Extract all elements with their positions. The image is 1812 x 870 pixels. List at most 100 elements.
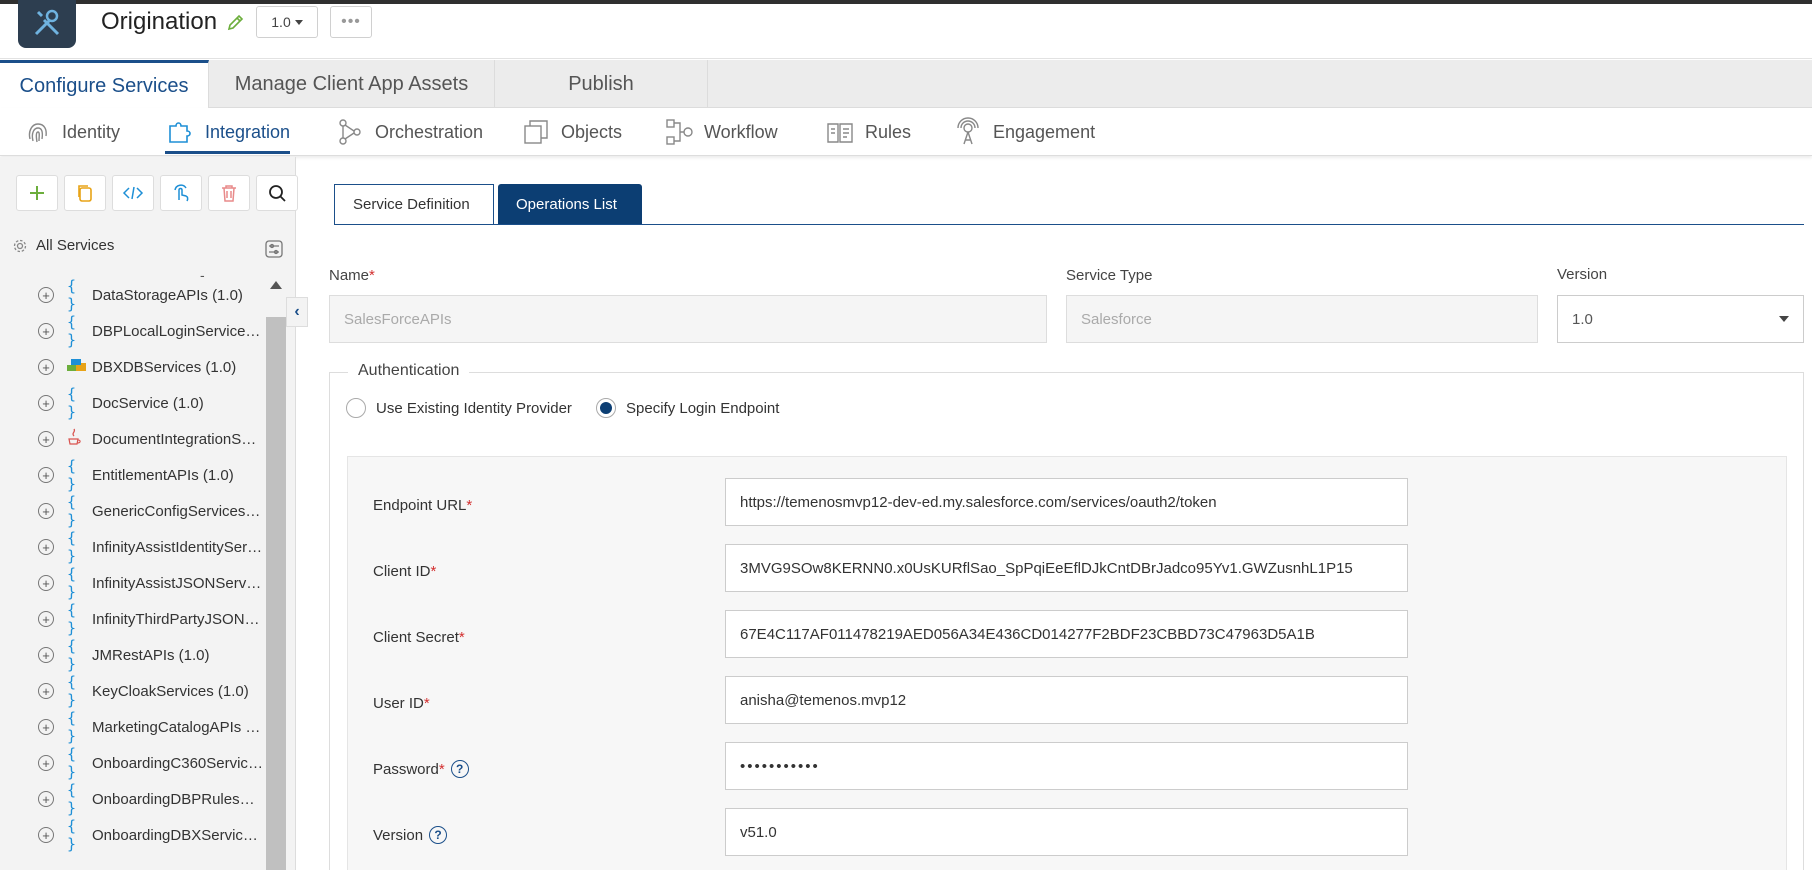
pencil-icon[interactable] xyxy=(226,12,246,32)
list-item[interactable]: +{ } DBPLocalLoginService (1.0) xyxy=(0,313,266,349)
test-service-button[interactable] xyxy=(160,175,202,211)
services-sidebar: All Services - +{ } DataStorageAPIs (1.0)… xyxy=(0,157,298,870)
delete-service-button[interactable] xyxy=(208,175,250,211)
version-input[interactable]: v51.0 xyxy=(725,808,1408,856)
search-services-button[interactable] xyxy=(256,175,298,211)
tab-operations-list[interactable]: Operations List xyxy=(498,184,642,224)
code-view-button[interactable] xyxy=(112,175,154,211)
json-service-icon: { } xyxy=(67,781,77,817)
rules-icon xyxy=(827,123,853,143)
expand-icon[interactable]: + xyxy=(38,755,54,771)
tab-configure-services[interactable]: Configure Services xyxy=(0,60,209,109)
radio-specify-login-endpoint[interactable]: Specify Login Endpoint xyxy=(596,398,779,418)
expand-icon[interactable]: + xyxy=(38,359,54,375)
expand-icon[interactable]: + xyxy=(38,791,54,807)
app-logo[interactable] xyxy=(18,0,76,48)
help-icon[interactable]: ? xyxy=(450,760,469,778)
objects-icon xyxy=(524,120,548,144)
list-item[interactable]: +DocumentIntegrationService (1.0) xyxy=(0,421,266,457)
expand-icon[interactable]: + xyxy=(38,539,54,555)
radio-use-existing-identity-provider[interactable]: Use Existing Identity Provider xyxy=(346,398,572,418)
list-item[interactable]: + DBXDBServices (1.0) xyxy=(0,349,266,385)
list-item[interactable]: +{ } EntitlementAPIs (1.0) xyxy=(0,457,266,493)
json-service-icon: { } xyxy=(67,745,77,781)
expand-icon[interactable]: + xyxy=(38,683,54,699)
version-select[interactable]: 1.0 xyxy=(1557,295,1804,343)
version-select-value: 1.0 xyxy=(1572,310,1593,328)
expand-icon[interactable]: + xyxy=(38,287,54,303)
subtab-objects[interactable]: Objects xyxy=(521,108,622,156)
orchestration-icon xyxy=(339,119,361,145)
services-list[interactable]: +{ } DataStorageAPIs (1.0) +{ } DBPLocalLo… xyxy=(0,277,266,870)
scroll-up-icon[interactable] xyxy=(270,281,282,289)
json-service-icon: { } xyxy=(67,493,77,529)
list-item[interactable]: +{ } DataStorageAPIs (1.0) xyxy=(0,277,266,313)
plus-icon xyxy=(30,186,44,200)
tab-service-definition[interactable]: Service Definition xyxy=(334,184,494,225)
user-id-input[interactable]: anisha@temenos.mvp12 xyxy=(725,676,1408,724)
main-tabs: Configure Services Manage Client App Ass… xyxy=(0,60,1812,109)
list-item[interactable]: +{ }InfinityAssistIdentityService (1.0) xyxy=(0,529,266,565)
expand-icon[interactable]: + xyxy=(38,575,54,591)
expand-icon[interactable]: + xyxy=(38,503,54,519)
subtab-engagement[interactable]: Engagement xyxy=(953,108,1095,156)
expand-icon[interactable]: + xyxy=(38,719,54,735)
subtab-engagement-label: Engagement xyxy=(993,121,1096,142)
gear-icon xyxy=(13,239,27,252)
radio-button[interactable] xyxy=(346,398,366,418)
radio-label: Use Existing Identity Provider xyxy=(376,399,572,417)
client-secret-label: Client Secret* xyxy=(373,629,465,646)
expand-icon[interactable]: + xyxy=(38,647,54,663)
list-item[interactable]: +{ } MarketingCatalogAPIs (1.0) xyxy=(0,709,266,745)
app-version-dropdown[interactable]: 1.0 xyxy=(256,6,318,38)
subtab-integration[interactable]: Integration xyxy=(165,108,291,156)
copy-icon xyxy=(78,185,92,202)
client-id-input[interactable]: 3MVG9SOw8KERNN0.x0UsKURflSao_SpPqiEeEflD… xyxy=(725,544,1408,592)
password-input[interactable]: ••••••••••• xyxy=(725,742,1408,790)
list-item[interactable]: +{ }OnboardingDBPRulesService (1.0) xyxy=(0,781,266,817)
list-item[interactable]: +{ }OnboardingDBXServices (1.0) xyxy=(0,817,266,853)
expand-icon[interactable]: + xyxy=(38,323,54,339)
list-item[interactable]: +{ } JMRestAPIs (1.0) xyxy=(0,637,266,673)
subtab-orchestration[interactable]: Orchestration xyxy=(335,108,483,156)
name-field: SalesForceAPIs xyxy=(329,295,1047,343)
sidebar-scrollbar[interactable] xyxy=(266,277,286,870)
subtab-identity[interactable]: Identity xyxy=(22,108,120,156)
help-icon[interactable]: ? xyxy=(429,826,448,844)
filter-settings-icon[interactable] xyxy=(264,239,284,259)
expand-icon[interactable]: + xyxy=(38,827,54,843)
list-item[interactable]: +{ } DocService (1.0) xyxy=(0,385,266,421)
expand-icon[interactable]: + xyxy=(38,431,54,447)
caret-down-icon xyxy=(294,19,303,25)
service-type-field: Salesforce xyxy=(1066,295,1538,343)
add-service-button[interactable] xyxy=(16,175,58,211)
tab-manage-client-app-assets[interactable]: Manage Client App Assets xyxy=(209,60,495,108)
list-item[interactable]: +{ }OnboardingC360Services (1.0) xyxy=(0,745,266,781)
expand-icon[interactable]: + xyxy=(38,467,54,483)
radio-button-selected[interactable] xyxy=(596,398,616,418)
more-options-button[interactable]: ••• xyxy=(330,6,372,38)
clone-service-button[interactable] xyxy=(64,175,106,211)
json-service-icon: { } xyxy=(67,817,77,853)
expand-icon[interactable]: + xyxy=(38,395,54,411)
subtab-workflow-label: Workflow xyxy=(704,121,778,142)
user-id-label: User ID* xyxy=(373,695,430,712)
subtab-rules[interactable]: Rules xyxy=(825,108,911,156)
list-item[interactable]: +{ } GenericConfigServices (1.0) xyxy=(0,493,266,529)
sidebar-toolbar xyxy=(16,175,298,211)
workflow-icon xyxy=(666,119,693,145)
list-item[interactable]: +{ }InfinityThirdPartyJSONService (1.0) xyxy=(0,601,266,637)
tab-publish[interactable]: Publish xyxy=(495,60,708,108)
subtab-workflow[interactable]: Workflow xyxy=(664,108,778,156)
subtab-integration-label: Integration xyxy=(205,121,291,142)
collapse-sidebar-button[interactable]: ‹ xyxy=(286,297,308,327)
engagement-icon xyxy=(957,117,979,145)
list-item[interactable]: +{ }InfinityAssistJSONService (1.0) xyxy=(0,565,266,601)
expand-icon[interactable]: + xyxy=(38,611,54,627)
subtab-orchestration-label: Orchestration xyxy=(375,121,484,142)
list-item[interactable]: +{ } KeyCloakServices (1.0) xyxy=(0,673,266,709)
endpoint-url-input[interactable]: https://temenosmvp12-dev-ed.my.salesforc… xyxy=(725,478,1408,526)
all-services-header[interactable]: All Services xyxy=(12,237,114,254)
scroll-thumb[interactable] xyxy=(266,317,286,870)
client-secret-input[interactable]: 67E4C117AF011478219AED056A34E436CD014277… xyxy=(725,610,1408,658)
